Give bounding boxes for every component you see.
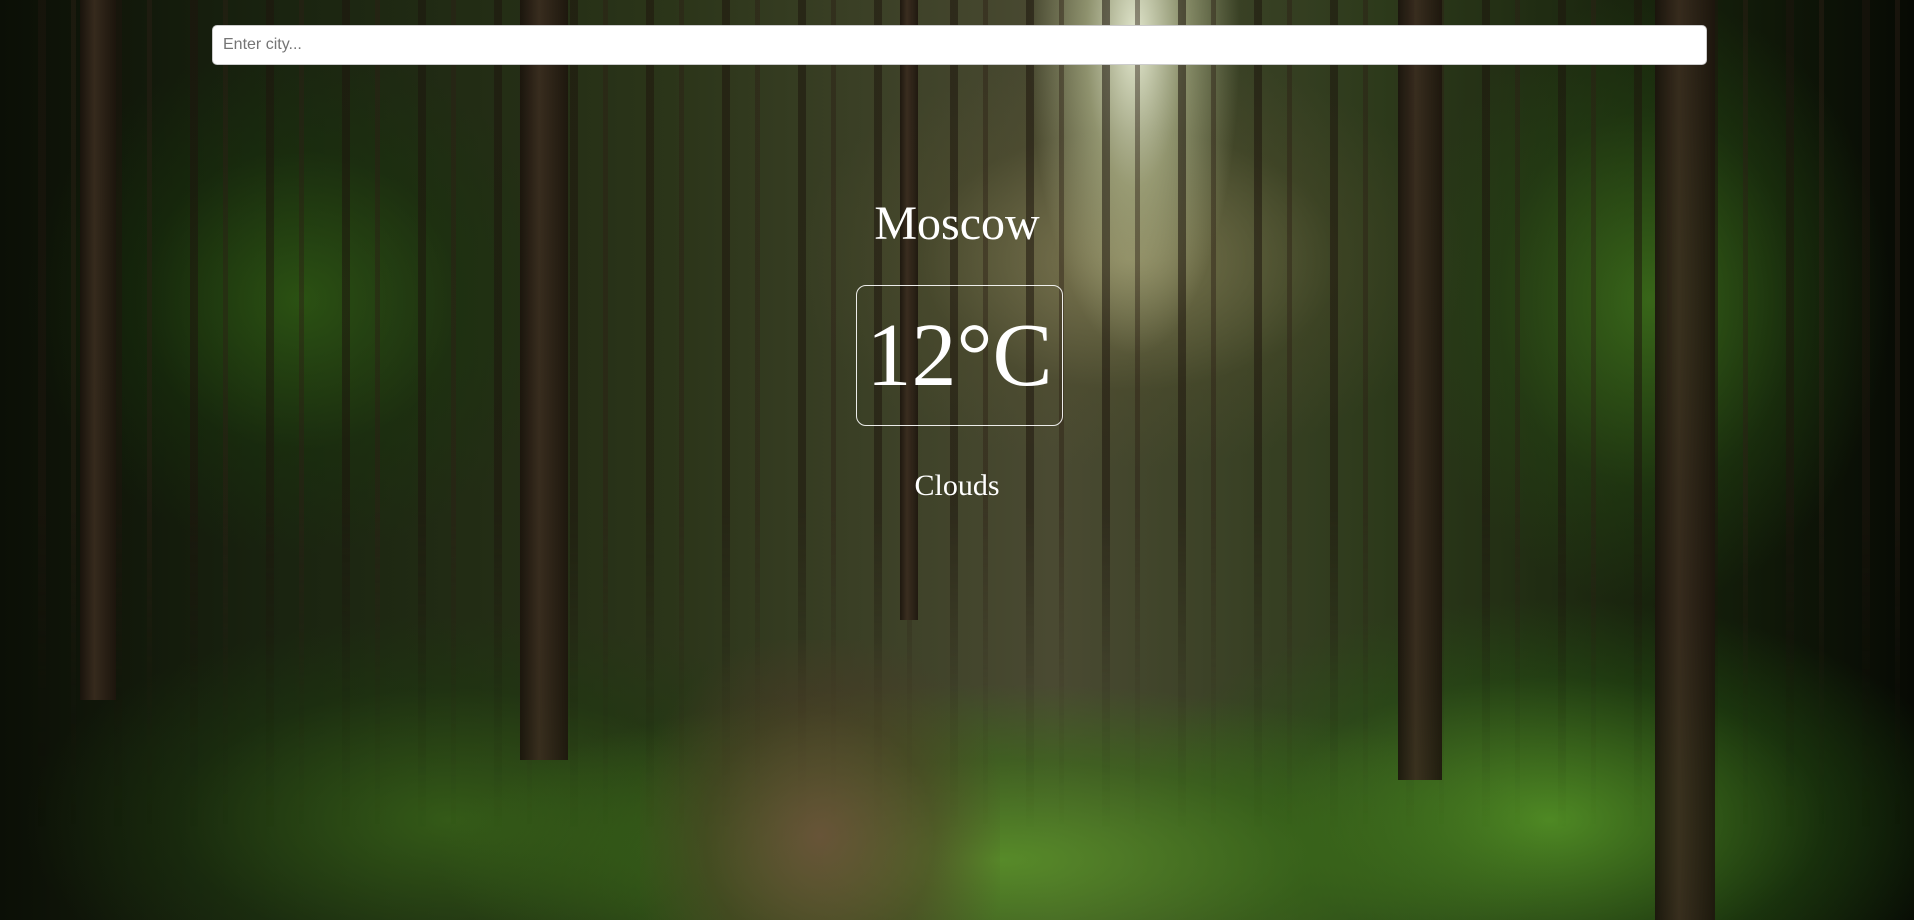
city-name: Moscow (874, 197, 1040, 250)
background-trunk (1655, 0, 1715, 920)
background-trunk (80, 0, 116, 700)
background-trunk (1398, 0, 1442, 780)
background-forest-path (640, 640, 1000, 920)
temperature-value: 12°C (866, 305, 1053, 405)
background-trunk (520, 0, 568, 760)
weather-description: Clouds (914, 469, 1000, 502)
temperature-box: 12°C (856, 285, 1063, 426)
city-search-input[interactable] (212, 25, 1707, 65)
